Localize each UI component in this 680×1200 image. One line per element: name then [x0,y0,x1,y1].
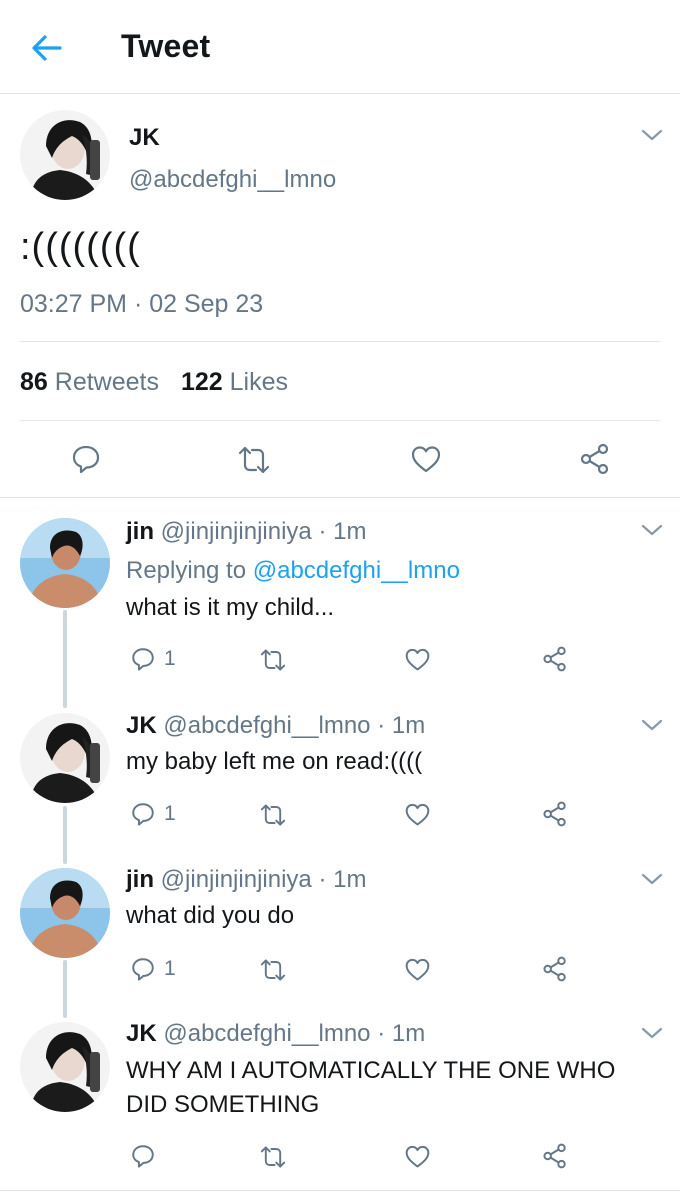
divider [20,420,660,421]
reply-meta: JK @abcdefghi__lmno · 1m [126,1020,425,1048]
share-icon[interactable] [542,1143,568,1169]
reply-icon [132,958,154,981]
reply-meta: JK @abcdefghi__lmno · 1m [126,712,425,740]
avatar[interactable] [20,518,110,608]
reply-text-line: DID SOMETHING [126,1091,320,1118]
reply-meta: jin @jinjinjinjiniya · 1m [126,866,366,894]
author-handle[interactable]: @jinjinjinjiniya [161,518,312,545]
top-bar: Tweet [0,0,680,94]
chevron-down-icon[interactable] [641,718,663,732]
chevron-down-icon[interactable] [641,128,663,142]
share-icon[interactable] [542,956,568,982]
replying-to-link[interactable]: @abcdefghi__lmno [253,557,460,584]
heart-icon[interactable] [404,802,431,827]
reply-icon [132,803,154,826]
reply-text: my baby left me on read:(((( [126,748,423,775]
reply-count: 1 [164,647,176,670]
arrow-left-icon[interactable] [26,28,66,68]
retweets-stat[interactable]: 86 Retweets [20,368,159,396]
author-name[interactable]: JK [129,124,160,152]
reply-text-line: WHY AM I AUTOMATICALLY THE ONE WHO [126,1057,616,1084]
share-icon[interactable] [542,801,568,827]
author-name[interactable]: jin [126,518,154,545]
chevron-down-icon[interactable] [641,1026,663,1040]
author-name[interactable]: JK [126,1020,157,1047]
replying-to: Replying to @abcdefghi__lmno [126,557,460,584]
author-handle[interactable]: @abcdefghi__lmno [163,712,370,739]
heart-icon[interactable] [410,444,442,474]
likes-stat[interactable]: 122 Likes [181,368,288,396]
retweet-icon[interactable] [259,803,287,827]
author-handle[interactable]: @jinjinjinjiniya [161,866,312,893]
author-handle[interactable]: @abcdefghi__lmno [129,166,336,194]
heart-icon[interactable] [404,1144,431,1169]
share-icon[interactable] [542,646,568,672]
reply-time: · 1m [377,712,426,739]
reply-icon[interactable] [70,443,102,475]
reply-text: WHY AM I AUTOMATICALLY THE ONE WHO DID S… [126,1054,666,1122]
reply-button[interactable]: 1 [130,646,176,672]
chevron-down-icon[interactable] [641,872,663,886]
reply-icon [132,648,154,671]
thread-line [63,960,67,1018]
reply-time: · 1m [318,866,367,893]
chevron-down-icon[interactable] [641,523,663,537]
divider [0,1190,680,1191]
retweet-icon[interactable] [237,445,271,475]
avatar[interactable] [20,110,110,200]
divider [0,497,680,498]
avatar[interactable] [20,868,110,958]
reply-time: · 1m [318,518,367,545]
retweet-icon[interactable] [259,648,287,672]
tweet-text: :(((((((( [20,226,141,268]
reply-button[interactable]: 1 [130,956,176,982]
reply-button[interactable] [130,1143,164,1169]
reply-meta: jin @jinjinjinjiniya · 1m [126,518,366,546]
thread-line [63,610,67,708]
divider [20,341,660,342]
tweet-stats: 86 Retweets 122 Likes [20,368,288,397]
page-title: Tweet [121,28,211,64]
thread-line [63,806,67,864]
avatar[interactable] [20,713,110,803]
retweet-icon[interactable] [259,1145,287,1169]
retweet-icon[interactable] [259,958,287,982]
reply-icon [132,1145,154,1168]
avatar[interactable] [20,1022,110,1112]
reply-time: · 1m [377,1020,426,1047]
heart-icon[interactable] [404,647,431,672]
reply-text: what is it my child... [126,594,335,621]
tweet-timestamp[interactable]: 03:27 PM · 02 Sep 23 [20,290,263,319]
reply-button[interactable]: 1 [130,801,176,827]
reply-count: 1 [164,957,176,980]
reply-count: 1 [164,802,176,825]
author-handle[interactable]: @abcdefghi__lmno [163,1020,370,1047]
author-name[interactable]: jin [126,866,154,893]
share-icon[interactable] [579,443,611,475]
author-name[interactable]: JK [126,712,157,739]
reply-text: what did you do [126,902,295,929]
heart-icon[interactable] [404,957,431,982]
